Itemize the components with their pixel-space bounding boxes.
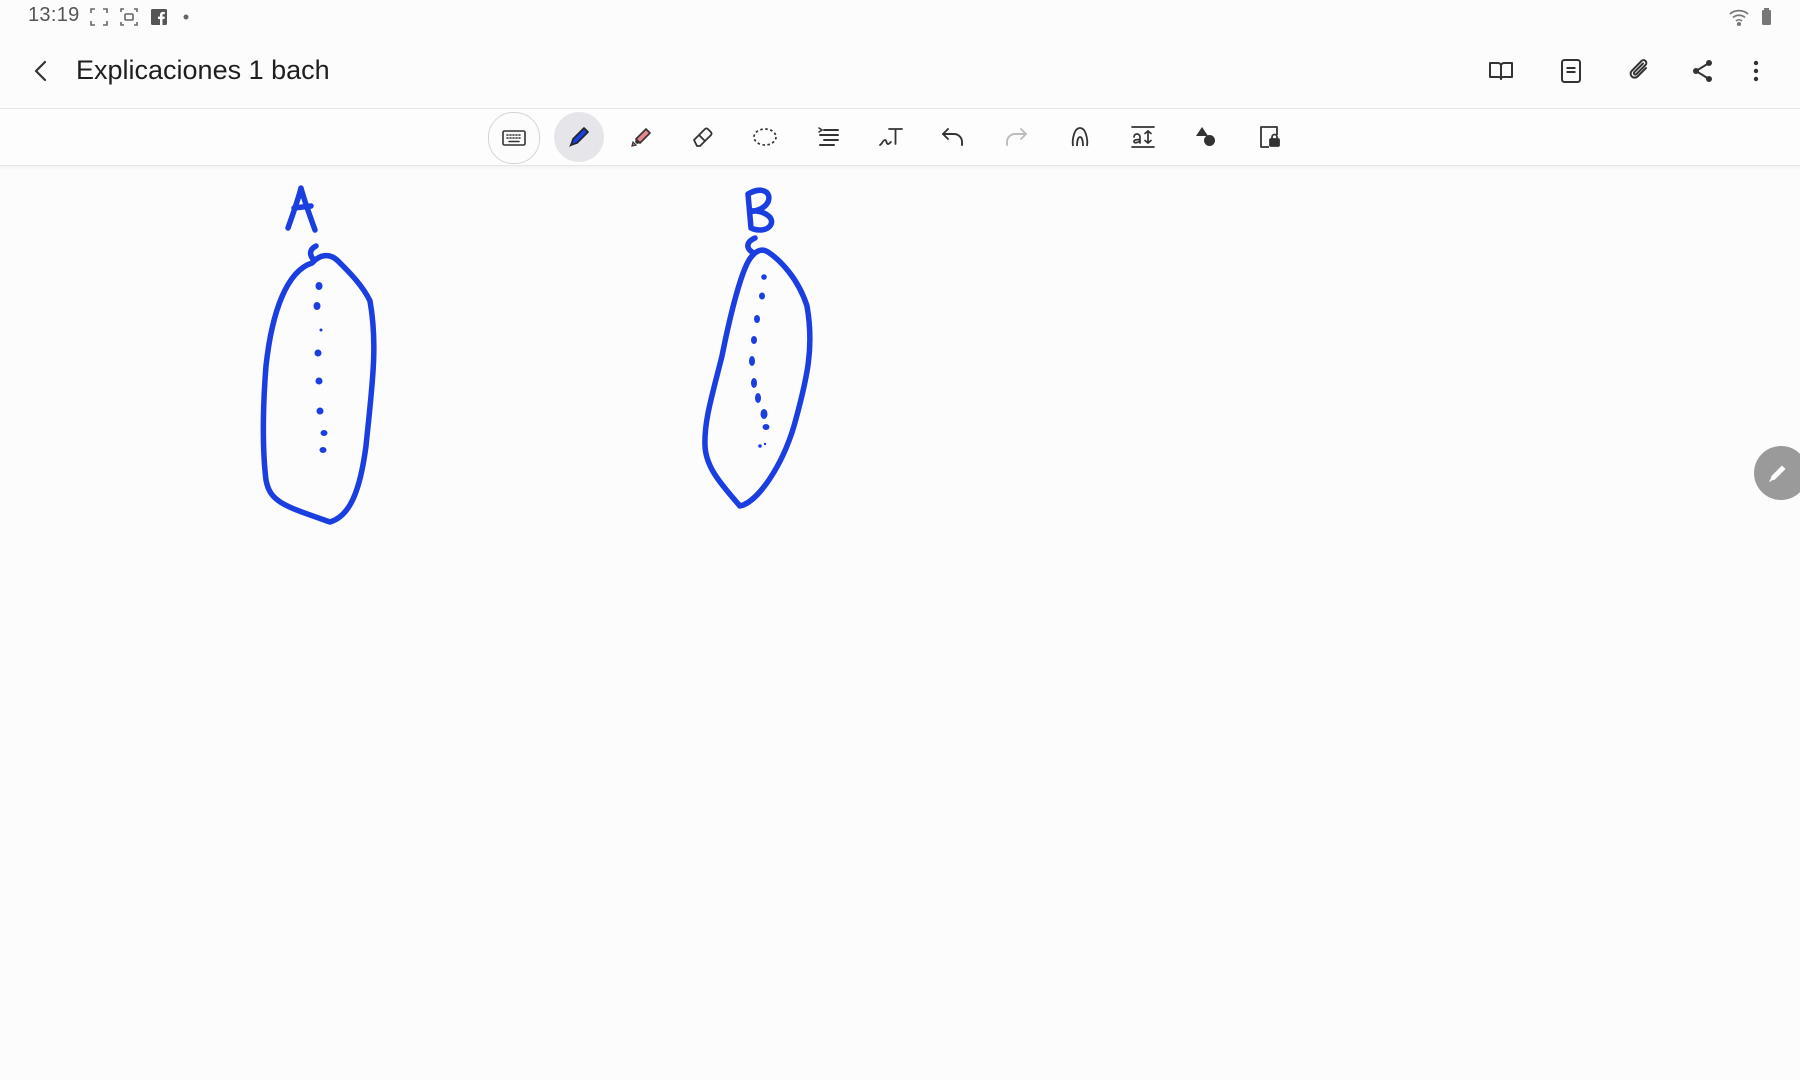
redo-button[interactable] bbox=[991, 112, 1041, 162]
handwriting-text-icon bbox=[879, 128, 903, 146]
label-b-stroke bbox=[745, 187, 775, 233]
note-title: Explicaciones 1 bach bbox=[76, 55, 330, 85]
back-button[interactable] bbox=[22, 51, 62, 91]
pen-tool[interactable] bbox=[554, 112, 604, 162]
floating-pen-button[interactable] bbox=[1754, 446, 1800, 500]
book-view-icon bbox=[1489, 62, 1513, 80]
wifi-icon bbox=[1728, 6, 1750, 28]
screen-record-icon bbox=[118, 6, 140, 28]
lasso-select-tool[interactable] bbox=[740, 112, 790, 162]
book-view-button[interactable] bbox=[1479, 49, 1523, 93]
left-ellipse-stroke bbox=[260, 252, 377, 525]
shape-recognition-tool[interactable] bbox=[1055, 112, 1105, 162]
eraser-tool[interactable] bbox=[678, 112, 728, 162]
text-align-tool[interactable] bbox=[804, 112, 854, 162]
text-size-tool[interactable] bbox=[1118, 112, 1168, 162]
shapes-fill-tool[interactable] bbox=[1181, 112, 1231, 162]
share-button[interactable] bbox=[1681, 49, 1725, 93]
lock-page-icon bbox=[1260, 126, 1280, 148]
page-layout-button[interactable] bbox=[1549, 49, 1593, 93]
notes-screen: 13:19 Explicaciones 1 bach bbox=[0, 0, 1800, 1080]
highlighter-icon bbox=[631, 128, 651, 147]
lock-page-tool[interactable] bbox=[1244, 112, 1294, 162]
shapes-fill-icon bbox=[1196, 127, 1215, 146]
share-icon bbox=[1693, 60, 1712, 82]
text-size-icon bbox=[1131, 126, 1155, 148]
right-ellipse-stroke bbox=[702, 247, 813, 509]
handwriting-drawing bbox=[260, 185, 813, 525]
note-canvas[interactable] bbox=[0, 166, 1800, 1080]
handwriting-text-tool[interactable] bbox=[866, 112, 916, 162]
page-layout-icon bbox=[1561, 59, 1581, 83]
attach-button[interactable] bbox=[1617, 49, 1661, 93]
shape-icon bbox=[1071, 127, 1089, 147]
screenshot-frame-icon bbox=[88, 6, 110, 28]
redo-icon bbox=[1006, 128, 1027, 146]
undo-icon bbox=[942, 128, 963, 146]
undo-button[interactable] bbox=[928, 112, 978, 162]
attach-icon bbox=[1629, 59, 1648, 79]
ink-strokes bbox=[260, 185, 813, 525]
highlighter-tool[interactable] bbox=[616, 112, 666, 162]
pen-icon bbox=[569, 127, 589, 147]
status-time: 13:19 bbox=[28, 4, 80, 26]
keyboard-tool[interactable] bbox=[488, 112, 540, 164]
keyboard-icon bbox=[502, 130, 526, 146]
ink-dots bbox=[313, 274, 770, 453]
notification-dot-icon bbox=[178, 6, 200, 28]
battery-icon bbox=[1756, 6, 1778, 28]
app-bar: Explicaciones 1 bach bbox=[0, 36, 1800, 106]
more-vert-icon bbox=[1753, 60, 1759, 82]
lasso-select-icon bbox=[753, 128, 777, 146]
chevron-left-icon bbox=[34, 60, 47, 82]
pencil-icon bbox=[1769, 465, 1786, 482]
eraser-icon bbox=[693, 127, 713, 147]
drawing-toolbar bbox=[0, 108, 1800, 166]
more-options-button[interactable] bbox=[1734, 49, 1778, 93]
text-align-icon bbox=[818, 127, 839, 146]
right-hook-stroke bbox=[745, 235, 758, 255]
facebook-icon bbox=[148, 6, 170, 28]
status-bar: 13:19 bbox=[0, 0, 1800, 34]
label-a-stroke bbox=[285, 185, 318, 233]
